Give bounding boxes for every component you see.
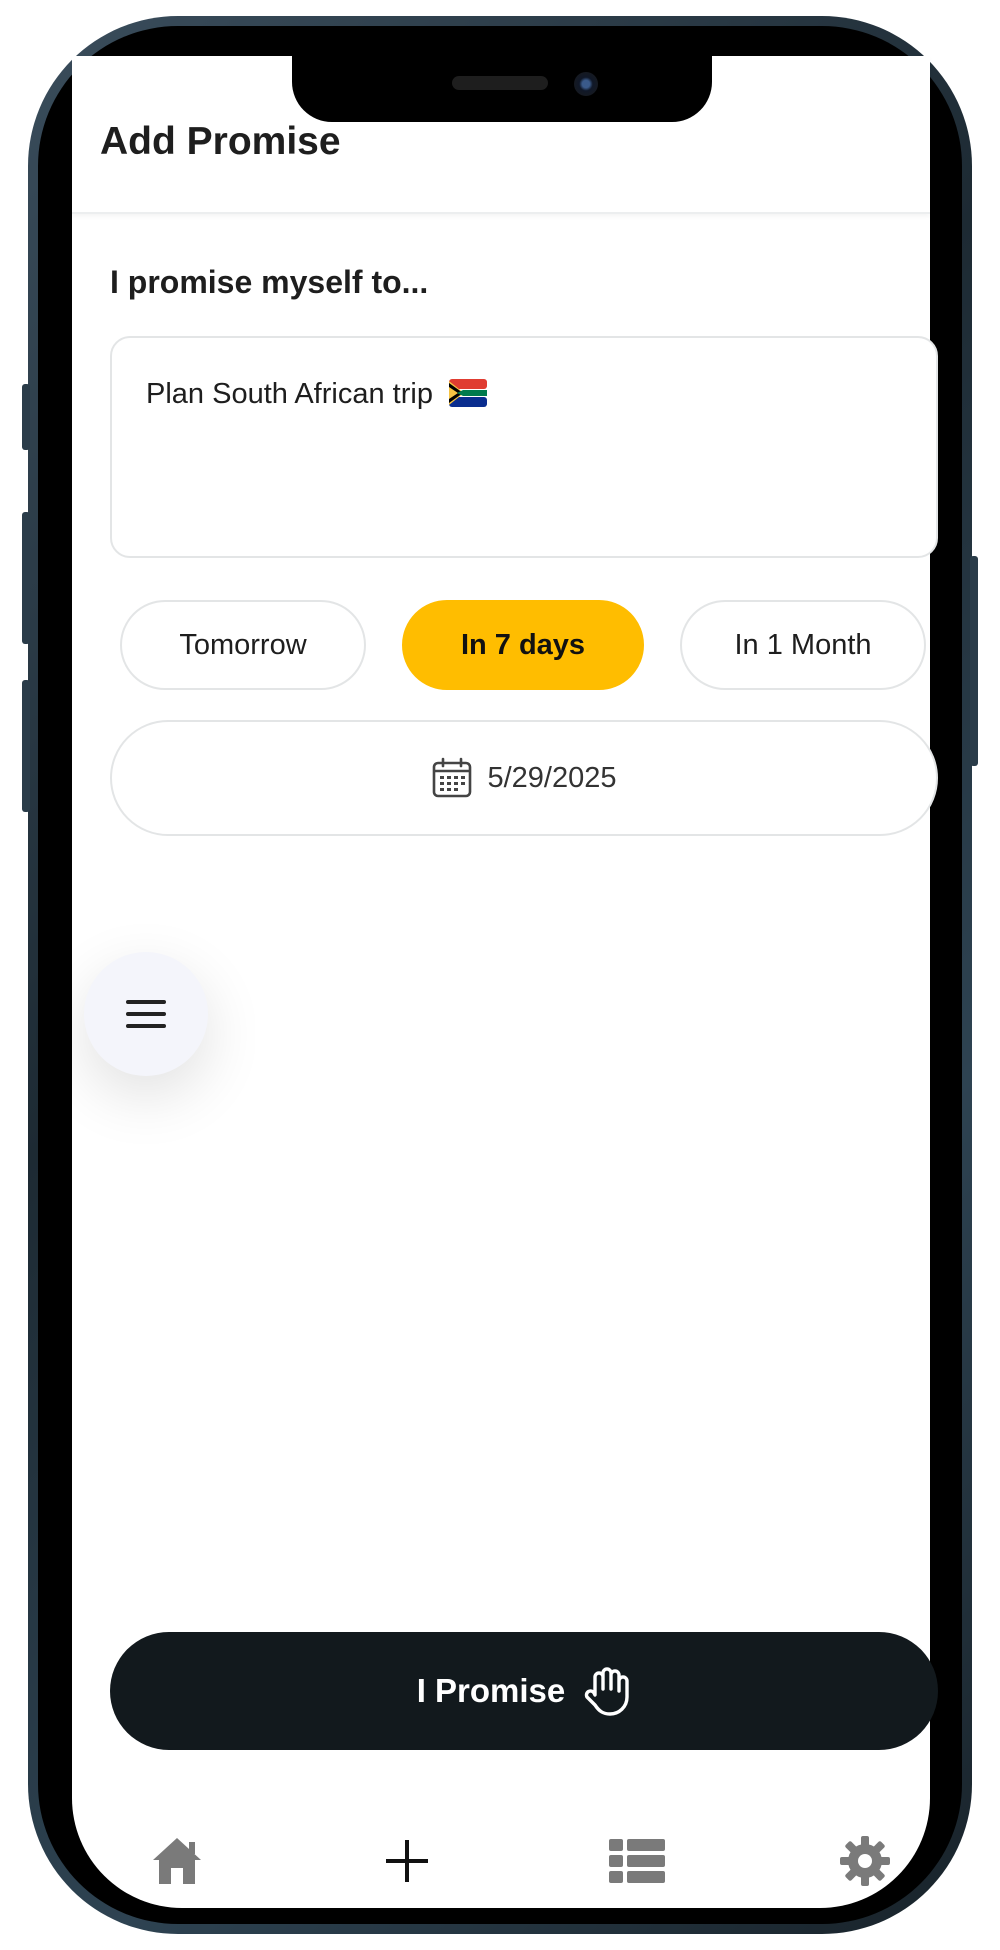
south-africa-flag-icon xyxy=(449,379,488,407)
calendar-icon xyxy=(433,757,472,798)
home-icon xyxy=(153,1838,201,1884)
gear-icon xyxy=(840,1836,890,1886)
nav-list[interactable] xyxy=(602,1830,672,1892)
promise-label: I promise myself to... xyxy=(110,264,429,300)
raised-hand-icon xyxy=(585,1667,629,1716)
chip-in-1-month[interactable]: In 1 Month xyxy=(680,600,926,690)
nav-home[interactable] xyxy=(142,1830,212,1892)
device-side-button xyxy=(22,384,30,450)
plus-icon xyxy=(386,1840,428,1882)
nav-add[interactable] xyxy=(372,1830,442,1892)
device-side-button xyxy=(970,556,978,766)
chip-tomorrow[interactable]: Tomorrow xyxy=(120,600,366,690)
device-camera xyxy=(574,72,598,96)
date-picker[interactable]: 5/29/2025 xyxy=(110,720,938,836)
floating-menu-button[interactable] xyxy=(84,952,208,1076)
page-title: Add Promise xyxy=(100,120,341,163)
promise-text: Plan South African trip xyxy=(146,378,433,410)
date-value: 5/29/2025 xyxy=(487,761,617,794)
device-speaker xyxy=(452,76,548,90)
promise-input[interactable]: Plan South African trip xyxy=(110,336,938,558)
i-promise-button[interactable]: I Promise xyxy=(110,1632,938,1750)
list-icon xyxy=(609,1839,665,1883)
device-side-button xyxy=(22,512,30,644)
app-screen xyxy=(72,56,930,1908)
nav-settings[interactable] xyxy=(830,1830,900,1892)
i-promise-label: I Promise xyxy=(416,1672,566,1709)
chip-in-7-days[interactable]: In 7 days xyxy=(402,600,644,690)
menu-icon xyxy=(126,1000,166,1028)
device-side-button xyxy=(22,680,30,812)
